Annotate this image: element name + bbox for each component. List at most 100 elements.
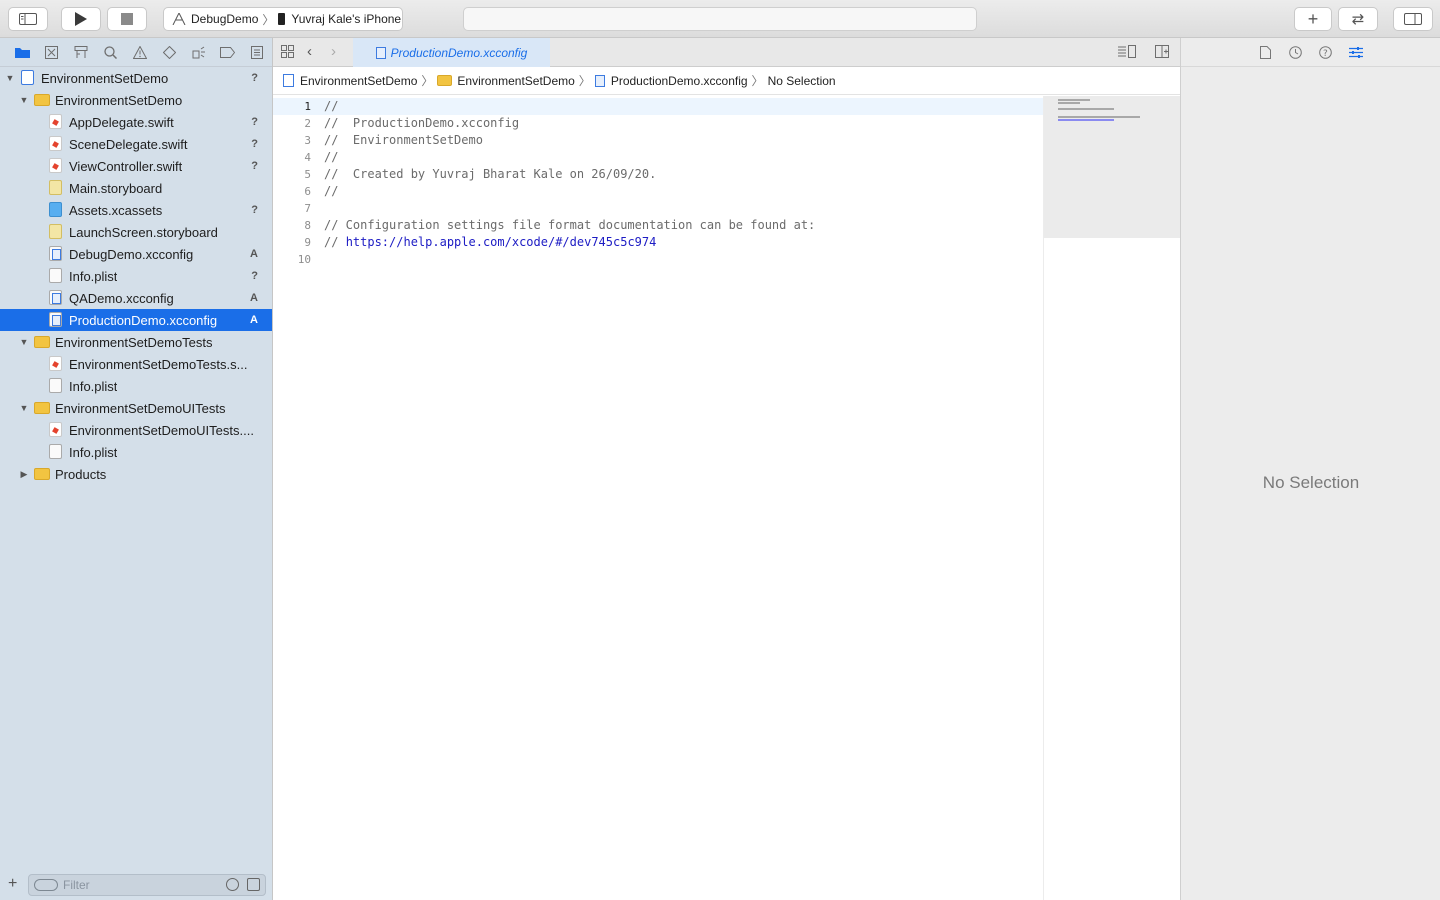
disclosure-collapsed-icon[interactable]: ▶ [19, 469, 29, 480]
quick-help-inspector-tab[interactable]: ? [1317, 43, 1335, 61]
stop-button[interactable] [107, 7, 147, 31]
line-number: 1 [304, 100, 311, 113]
project-file-icon [21, 70, 34, 85]
navigator-item[interactable]: Main.storyboard [0, 177, 272, 199]
svg-text:?: ? [1323, 49, 1328, 59]
navigator-item[interactable]: LaunchScreen.storyboard [0, 221, 272, 243]
navigator-item[interactable]: Info.plist? [0, 265, 272, 287]
find-navigator-tab[interactable] [96, 38, 125, 67]
history-inspector-tab[interactable] [1287, 43, 1305, 61]
code-line[interactable]: 4 // [273, 149, 1043, 166]
test-navigator-tab[interactable] [155, 38, 184, 67]
play-icon [75, 12, 87, 26]
navigator-item[interactable]: SceneDelegate.swift? [0, 133, 272, 155]
toggle-inspector-button[interactable] [1393, 7, 1433, 31]
jumpbar-project[interactable]: EnvironmentSetDemo [300, 74, 417, 88]
device-name: Yuvraj Kale's iPhone [291, 12, 402, 26]
navigator-item[interactable]: Assets.xcassets? [0, 199, 272, 221]
documentation-link[interactable]: https://help.apple.com/xcode/#/dev745c5c… [346, 235, 657, 249]
inspector-tabs: ? [1181, 38, 1440, 67]
navigator-item[interactable]: Info.plist [0, 441, 272, 463]
debug-navigator-tab[interactable] [184, 38, 213, 67]
chevron-right-icon: 〉 [578, 74, 591, 88]
recent-files-icon[interactable] [226, 878, 239, 891]
xcconfig-file-icon [49, 312, 62, 327]
report-navigator-tab[interactable] [243, 38, 272, 67]
disclosure-expanded-icon[interactable]: ▼ [19, 95, 29, 105]
code-line[interactable]: 8 // Configuration settings file format d… [273, 217, 1043, 234]
attributes-inspector-tab[interactable] [1347, 43, 1365, 61]
navigator-item[interactable]: ViewController.swift? [0, 155, 272, 177]
storyboard-file-icon [49, 224, 62, 239]
code-line[interactable]: 3 // EnvironmentSetDemo [273, 132, 1043, 149]
source-editor[interactable]: 1 // 2 // ProductionDemo.xcconfig 3 // Enviro… [273, 96, 1043, 900]
navigator-item[interactable]: QADemo.xcconfig A [0, 287, 272, 309]
scm-filter-icon[interactable] [247, 878, 260, 891]
navigator-item[interactable]: ▼ EnvironmentSetDemo? [0, 67, 272, 89]
scm-status-badge: ? [251, 138, 258, 150]
help-icon: ? [1319, 45, 1332, 59]
forward-button[interactable]: › [331, 43, 336, 60]
file-inspector-tab[interactable] [1257, 43, 1275, 61]
back-button[interactable]: ‹ [307, 43, 312, 60]
navigator-item-label: Info.plist [69, 378, 118, 394]
navigator-item[interactable]: ▼ EnvironmentSetDemo [0, 89, 272, 111]
line-number: 5 [304, 168, 311, 181]
inspector-panel: ? No Selection [1180, 38, 1440, 900]
tab-productiondemo-xcconfig[interactable]: ProductionDemo.xcconfig [353, 38, 550, 67]
breakpoint-icon [220, 46, 236, 58]
navigator-item[interactable]: ▼ EnvironmentSetDemoTests [0, 331, 272, 353]
code-text: // EnvironmentSetDemo [324, 132, 483, 149]
navigator-item-label: Info.plist [69, 444, 118, 460]
code-line[interactable]: 7 [273, 200, 1043, 217]
run-button[interactable] [61, 7, 101, 31]
add-file-button[interactable]: + [8, 875, 17, 893]
folder-icon [34, 336, 50, 348]
jumpbar-group[interactable]: EnvironmentSetDemo [457, 74, 574, 88]
comment-text: // [324, 184, 339, 198]
code-line[interactable]: 1 // [273, 98, 1043, 115]
line-number: 3 [304, 134, 311, 147]
editor-options-button[interactable] [1118, 45, 1136, 61]
navigator-item[interactable]: DebugDemo.xcconfig A [0, 243, 272, 265]
code-review-button[interactable]: ⇄ [1338, 7, 1378, 31]
scheme-selector[interactable]: DebugDemo 〉 Yuvraj Kale's iPhone [163, 7, 403, 31]
code-line[interactable]: 2 // ProductionDemo.xcconfig [273, 115, 1043, 132]
report-icon [251, 45, 264, 59]
disclosure-expanded-icon[interactable]: ▼ [5, 73, 15, 83]
swift-file-icon [49, 158, 62, 173]
related-items-button[interactable] [281, 45, 294, 61]
navigator-item[interactable]: AppDelegate.swift? [0, 111, 272, 133]
filter-input[interactable]: Filter [28, 874, 266, 896]
disclosure-expanded-icon[interactable]: ▼ [19, 337, 29, 347]
code-line[interactable]: 9 // https://help.apple.com/xcode/#/dev74… [273, 234, 1043, 251]
navigator-item-label: SceneDelegate.swift [69, 136, 188, 152]
jumpbar-selection[interactable]: No Selection [768, 74, 836, 88]
split-editor-button[interactable] [1155, 45, 1169, 61]
project-navigator-tab[interactable] [8, 38, 37, 67]
minimap-line [1058, 102, 1080, 104]
navigator-item[interactable]: EnvironmentSetDemoUITests.... [0, 419, 272, 441]
code-line[interactable]: 5 // Created by Yuvraj Bharat Kale on 26/… [273, 166, 1043, 183]
library-button[interactable]: + [1294, 7, 1332, 31]
jumpbar-file[interactable]: ProductionDemo.xcconfig [611, 74, 748, 88]
source-control-tab[interactable] [37, 38, 66, 67]
plus-icon: + [1307, 9, 1319, 29]
code-line[interactable]: 10 [273, 251, 1043, 268]
code-line[interactable]: 6 // [273, 183, 1043, 200]
navigator-item[interactable]: ▼ EnvironmentSetDemoUITests [0, 397, 272, 419]
minimap[interactable] [1043, 96, 1181, 900]
line-number: 9 [304, 236, 311, 249]
issue-navigator-tab[interactable] [125, 38, 154, 67]
toggle-navigator-button[interactable] [8, 7, 48, 31]
navigator-item[interactable]: ProductionDemo.xcconfig A [0, 309, 272, 331]
disclosure-expanded-icon[interactable]: ▼ [19, 403, 29, 413]
breakpoint-navigator-tab[interactable] [213, 38, 242, 67]
scheme-name: DebugDemo [191, 12, 259, 26]
navigator-item[interactable]: ▶ Products [0, 463, 272, 485]
filter-options-icon[interactable] [34, 879, 58, 891]
navigator-item[interactable]: Info.plist [0, 375, 272, 397]
navigator-item[interactable]: EnvironmentSetDemoTests.s... [0, 353, 272, 375]
navigator-item-label: EnvironmentSetDemo [41, 70, 169, 86]
symbol-navigator-tab[interactable] [67, 38, 96, 67]
